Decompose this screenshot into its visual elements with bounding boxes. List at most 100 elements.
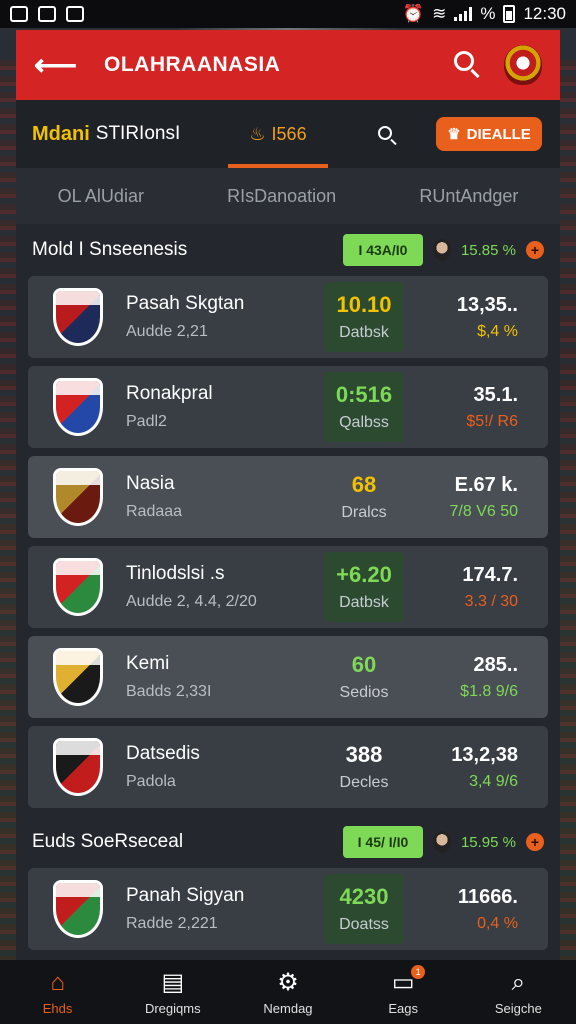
team-subtitle: Badds 2,33I <box>126 683 212 700</box>
stat-change: $1.8 9/6 <box>460 682 518 700</box>
nav-item-diagrams[interactable]: ▤ Dregiqms <box>123 969 223 1016</box>
add-icon[interactable]: + <box>526 833 544 851</box>
nav-label: Nemdag <box>263 1000 313 1016</box>
score-value: +6.20 <box>336 562 392 587</box>
brand-name-primary: Mdani <box>32 122 90 145</box>
nav-item-messages[interactable]: ▭ 1 Eags <box>353 964 453 1016</box>
team-badge <box>46 877 110 941</box>
shield-icon <box>53 738 103 796</box>
shield-icon <box>53 648 103 706</box>
nav-label: Eags <box>388 1000 418 1016</box>
avatar <box>432 239 451 261</box>
stat-change: $,4 % <box>477 322 518 340</box>
stat-box: 174.7. 3.3 / 30 <box>462 564 518 611</box>
stat-change: 3.3 / 30 <box>464 592 518 610</box>
back-arrow-icon[interactable]: ⟵ <box>34 48 77 83</box>
team-row[interactable]: Tinlodslsi .s Audde 2, 4.4, 2/20 +6.20 D… <box>28 546 548 628</box>
stat-value: 174.7. <box>462 563 518 586</box>
stat-change: $5!/ R6 <box>466 412 518 430</box>
team-row[interactable]: Ronakpral Padl2 0:516 Qalbss 35.1. $5!/ … <box>28 366 548 448</box>
team-row[interactable]: Datsedis Padola 388 Decles 13,2,38 3,4 9… <box>28 726 548 808</box>
nav-item-settings[interactable]: ⚙ Nemdag <box>238 969 338 1016</box>
tab-category-0[interactable]: OL AlUdiar <box>58 186 144 207</box>
stat-value: 35.1. <box>473 383 518 406</box>
stat-value: 285.. <box>473 653 518 676</box>
shield-icon <box>53 468 103 526</box>
shield-icon <box>53 880 103 938</box>
score-value: 68 <box>351 472 377 497</box>
club-crest-logo[interactable] <box>504 45 542 85</box>
notification-badge: 1 <box>411 964 426 979</box>
score-box: 0:516 Qalbss <box>324 372 404 442</box>
nav-item-search[interactable]: ⌕ Seigche <box>468 969 568 1016</box>
tab-category-2[interactable]: RUntAndger <box>419 186 518 207</box>
signal-icon <box>454 7 473 21</box>
status-time: 12:30 <box>523 4 566 23</box>
score-value: 0:516 <box>335 382 393 407</box>
stat-value: 11666. <box>457 885 518 908</box>
score-box: 4230 Doatss <box>324 874 404 944</box>
deal-button[interactable]: ♛ DIEALLE <box>436 117 542 151</box>
section-percent: 15.95 % <box>460 833 516 851</box>
flame-icon: ♨ <box>249 123 266 144</box>
stat-box: 11666. 0,4 % <box>458 886 518 933</box>
score-label: Datbsk <box>339 594 389 611</box>
stat-change: 7/8 V6 50 <box>449 502 519 520</box>
section-value-pill[interactable]: I 45/ I/I0 <box>342 826 423 858</box>
message-icon <box>66 6 84 22</box>
score-label: Sedios <box>339 684 389 701</box>
trophy-icon: ♛ <box>447 126 461 143</box>
score-box: 10.10 Datbsk <box>324 282 404 352</box>
stat-box: 285.. $1.8 9/6 <box>460 654 518 701</box>
team-badge <box>46 285 110 349</box>
score-value: 388 <box>345 742 383 767</box>
section-header-2: Euds SoeRseceal I 45/ I/I0 15.95 % + <box>16 816 560 868</box>
add-icon[interactable]: + <box>526 241 544 259</box>
team-subtitle: Padl2 <box>126 413 167 430</box>
score-box: 388 Decles <box>324 732 404 802</box>
team-row[interactable]: Nasia Radaaa 68 Dralcs E.67 k. 7/8 V6 50 <box>28 456 548 538</box>
deal-button-label: DIEALLE <box>466 125 531 143</box>
tab-category-1[interactable]: RIsDanoation <box>227 186 336 207</box>
bottom-navigation: ⌂ Ehds ▤ Dregiqms ⚙ Nemdag ▭ 1 Eags ⌕ Se… <box>0 960 576 1024</box>
team-subtitle: Radaaa <box>126 503 183 520</box>
subheader-search-icon[interactable] <box>378 126 398 146</box>
stat-change: 3,4 9/6 <box>469 772 518 790</box>
shield-icon <box>53 288 103 346</box>
team-row[interactable]: Pasah Skgtan Audde 2,21 10.10 Datbsk 13,… <box>28 276 548 358</box>
team-badge <box>46 375 110 439</box>
sub-header: Mdani STIRIonsI ♨ I566 ♛ DIEALLE <box>16 100 560 168</box>
team-row[interactable]: Panah Sigyan Radde 2,221 4230 Doatss 116… <box>28 868 548 950</box>
section-title: Mold I Snseenesis <box>32 239 188 260</box>
alarm-icon: ⏰ <box>402 4 425 23</box>
nav-label: Ehds <box>42 1000 73 1016</box>
stat-box: 13,35.. $,4 % <box>457 294 518 341</box>
section-header-1: Mold I Snseenesis I 43A/I0 15.85 % + <box>16 224 560 276</box>
wifi-icon: ≋ <box>432 4 447 23</box>
team-name: Pasah Skgtan <box>126 293 245 314</box>
notification-icon <box>10 6 28 22</box>
stat-box: E.67 k. 7/8 V6 50 <box>450 474 519 521</box>
nav-item-home[interactable]: ⌂ Ehds <box>8 969 108 1016</box>
team-badge <box>46 735 110 799</box>
stat-value: E.67 k. <box>454 473 518 496</box>
score-label: Datbsk <box>339 324 389 341</box>
nav-label: Seigche <box>494 1000 542 1016</box>
tab-trending-label: I566 <box>271 123 307 144</box>
team-name: Datsedis <box>126 743 200 764</box>
team-name: Panah Sigyan <box>126 885 245 906</box>
shield-icon <box>53 558 103 616</box>
home-icon: ⌂ <box>50 968 65 996</box>
chart-icon: ▤ <box>161 969 185 996</box>
app-notification-icon <box>38 6 56 22</box>
stat-box: 13,2,38 3,4 9/6 <box>451 744 518 791</box>
section-value-pill[interactable]: I 43A/I0 <box>342 234 423 266</box>
score-value: 10.10 <box>336 292 392 317</box>
team-subtitle: Audde 2,21 <box>126 323 208 340</box>
nav-label: Dregiqms <box>144 1000 201 1016</box>
tab-trending[interactable]: ♨ I566 <box>228 100 328 168</box>
header-search-icon[interactable] <box>454 51 482 79</box>
score-label: Doatss <box>339 916 389 933</box>
team-name: Nasia <box>126 473 175 494</box>
team-row[interactable]: Kemi Badds 2,33I 60 Sedios 285.. $1.8 9/… <box>28 636 548 718</box>
